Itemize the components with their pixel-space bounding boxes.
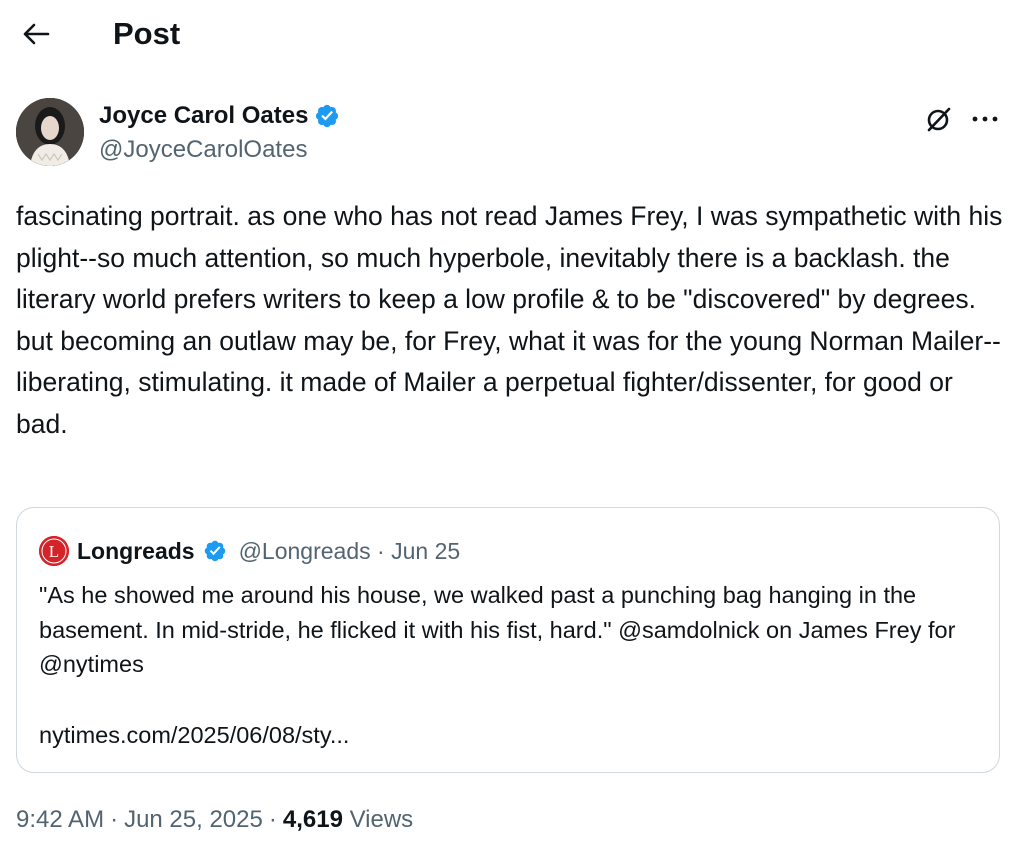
dot-separator: · bbox=[377, 537, 385, 564]
more-horizontal-icon bbox=[972, 116, 998, 122]
avatar-image bbox=[16, 98, 84, 166]
verified-badge-icon bbox=[314, 103, 340, 129]
arrow-left-icon bbox=[23, 23, 50, 45]
views-label: Views bbox=[349, 806, 414, 833]
grok-icon bbox=[927, 107, 951, 132]
page-title: Post bbox=[113, 16, 181, 51]
quoted-post-header: L Longreads @Longreads · Jun 25 bbox=[39, 536, 460, 566]
avatar[interactable] bbox=[16, 98, 84, 166]
quoted-post-link[interactable]: nytimes.com/2025/06/08/sty... bbox=[39, 718, 349, 752]
top-bar: Post bbox=[0, 0, 1024, 66]
verified-badge-icon bbox=[203, 539, 227, 563]
svg-text:L: L bbox=[49, 542, 59, 561]
dot-separator: · bbox=[268, 806, 277, 833]
author-handle[interactable]: @JoyceCarolOates bbox=[99, 134, 307, 166]
quoted-author-name: Longreads bbox=[77, 537, 195, 564]
grok-button[interactable] bbox=[922, 102, 956, 136]
quoted-post-text: "As he showed me around his house, we wa… bbox=[39, 582, 956, 677]
author-name-text: Joyce Carol Oates bbox=[99, 102, 309, 129]
post-time[interactable]: 9:42 AM bbox=[16, 803, 104, 837]
quoted-post-date: Jun 25 bbox=[391, 537, 461, 564]
author-name[interactable]: Joyce Carol Oates bbox=[99, 100, 340, 132]
post-meta: 9:42 AM · Jun 25, 2025 · 4,619 Views bbox=[16, 803, 413, 837]
quoted-post-card[interactable]: L Longreads @Longreads · Jun 25 "As he s… bbox=[16, 507, 1000, 773]
dot-separator: · bbox=[110, 806, 119, 833]
views-count: 4,619 bbox=[282, 806, 343, 833]
post-date[interactable]: Jun 25, 2025 bbox=[124, 803, 263, 837]
author-row: Joyce Carol Oates @JoyceCarolOates bbox=[16, 98, 1008, 168]
more-options-button[interactable] bbox=[968, 102, 1002, 136]
back-button[interactable] bbox=[16, 14, 56, 54]
post-text: fascinating portrait. as one who has not… bbox=[16, 201, 1003, 439]
quoted-avatar: L bbox=[39, 536, 69, 566]
longreads-logo-icon: L bbox=[39, 536, 69, 566]
views-stat[interactable]: 4,619 Views bbox=[283, 803, 413, 837]
quoted-author-handle: @Longreads · Jun 25 bbox=[238, 537, 461, 564]
